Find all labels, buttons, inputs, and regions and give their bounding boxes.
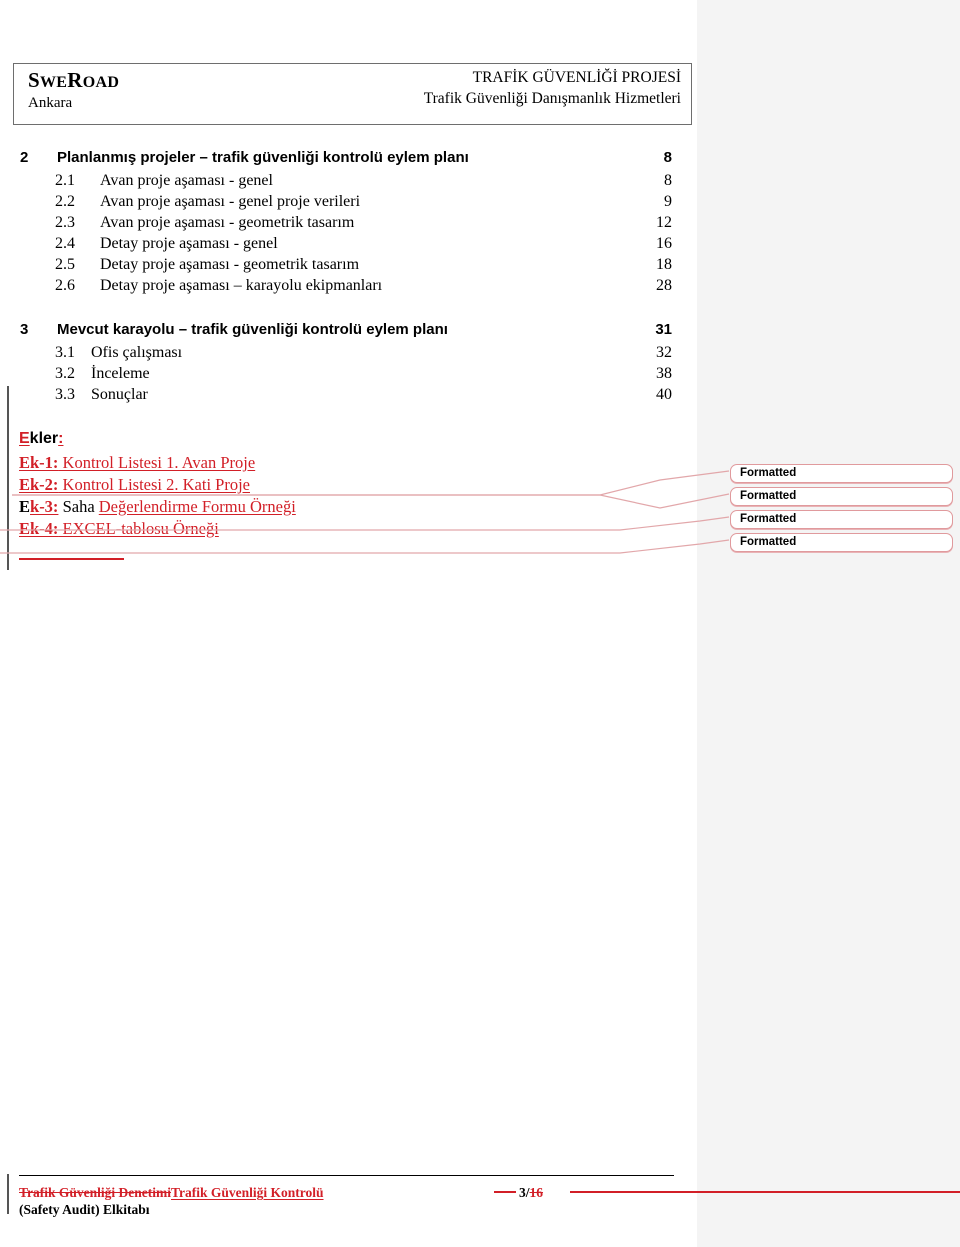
document-page: SWEROAD Ankara TRAFİK GÜVENLİĞİ PROJESİ …	[0, 0, 960, 1247]
revision-underline-rule	[19, 558, 124, 560]
table-of-contents: 2 Planlanmış projeler – trafik güvenliği…	[0, 146, 697, 405]
document-header-box: SWEROAD Ankara TRAFİK GÜVENLİĞİ PROJESİ …	[13, 63, 692, 125]
toc-label: Detay proje aşaması - genel	[100, 235, 278, 252]
footer-deleted-title: Trafik Güvenliği Denetimi	[19, 1185, 171, 1200]
annex-heading-inserted-colon: :	[58, 430, 64, 447]
brand-we: WE	[39, 74, 68, 91]
footer-inserted-title: Trafik Güvenliği Kontrolü	[171, 1185, 324, 1200]
toc-page-number: 31	[655, 321, 672, 338]
project-title: TRAFİK GÜVENLİĞİ PROJESİ	[472, 69, 681, 86]
toc-page-number: 8	[664, 172, 672, 189]
annex-text: Kontrol Listesi 2. Kati Proje	[58, 475, 250, 494]
annex-heading-inserted-e: E	[19, 430, 30, 447]
toc-page-number: 12	[656, 214, 672, 231]
toc-number: 2.3	[55, 214, 75, 231]
annex-text: Değerlendirme Formu Örneği	[98, 497, 296, 516]
toc-entry[interactable]: 2.3 Avan proje aşaması - geometrik tasar…	[0, 212, 697, 233]
toc-entry[interactable]: 3.1 Ofis çalışması 32	[0, 342, 697, 363]
toc-label: Mevcut karayolu – trafik güvenliği kontr…	[57, 321, 448, 338]
toc-page-number: 38	[656, 365, 672, 382]
toc-label: Sonuçlar	[91, 386, 148, 403]
footer-separator-rule	[19, 1175, 674, 1176]
annex-item[interactable]: Ek-1: Kontrol Listesi 1. Avan Proje	[19, 452, 716, 474]
toc-number: 3.2	[55, 365, 75, 382]
toc-number: 2.2	[55, 193, 75, 210]
toc-number: 2.5	[55, 256, 75, 273]
company-city: Ankara	[28, 94, 73, 111]
toc-entry[interactable]: 2.2 Avan proje aşaması - genel proje ver…	[0, 191, 697, 212]
toc-entry-heading[interactable]: 2 Planlanmış projeler – trafik güvenliği…	[0, 146, 697, 170]
toc-label: İnceleme	[91, 365, 150, 382]
toc-label: Detay proje aşaması – karayolu ekipmanla…	[100, 277, 383, 294]
annex-item[interactable]: Ek-4: EXCEL-tablosu Örneği	[19, 518, 716, 540]
toc-entry[interactable]: 3.3 Sonuçlar 40	[0, 384, 697, 405]
toc-section-2: 2 Planlanmış projeler – trafik güvenliği…	[0, 146, 697, 296]
revision-change-bar	[7, 1174, 9, 1214]
footer-page-current: 3/	[519, 1185, 530, 1200]
toc-number: 2.6	[55, 277, 75, 294]
brand-letter-s: S	[28, 68, 40, 92]
toc-page-number: 16	[656, 235, 672, 252]
toc-entry[interactable]: 3.2 İnceleme 38	[0, 363, 697, 384]
toc-entry[interactable]: 2.4 Detay proje aşaması - genel 16	[0, 233, 697, 254]
footer-title-line: Trafik Güvenliği DenetimiTrafik Güvenliğ…	[19, 1184, 324, 1201]
annex-item[interactable]: Ek-3: Saha Değerlendirme Formu Örneği	[19, 496, 716, 518]
toc-page-number: 8	[663, 149, 672, 166]
toc-section-3: 3 Mevcut karayolu – trafik güvenliği kon…	[0, 318, 697, 405]
header-left-block: SWEROAD Ankara	[28, 69, 119, 111]
toc-page-number: 40	[656, 386, 672, 403]
toc-section-spacer	[0, 296, 697, 318]
revision-margin-area	[697, 0, 960, 1247]
footer-subtitle-line: (Safety Audit) Elkitabı	[19, 1202, 150, 1217]
toc-label: Avan proje aşaması - geometrik tasarım	[100, 214, 355, 231]
toc-number: 3	[20, 321, 29, 338]
toc-label: Ofis çalışması	[91, 344, 183, 361]
toc-entry[interactable]: 2.5 Detay proje aşaması - geometrik tasa…	[0, 254, 697, 275]
annex-tag: Ek-2:	[19, 475, 59, 494]
toc-number: 2.4	[55, 235, 75, 252]
annex-tag: Ek-4:	[19, 519, 59, 538]
toc-page-number: 18	[656, 256, 672, 273]
toc-label: Avan proje aşaması - genel	[100, 172, 273, 189]
annex-tag-black-prefix: E	[19, 497, 31, 516]
toc-number: 2.1	[55, 172, 75, 189]
annex-text: Kontrol Listesi 1. Avan Proje	[58, 453, 256, 472]
header-right-block: TRAFİK GÜVENLİĞİ PROJESİ Trafik Güvenliğ…	[424, 69, 681, 109]
footer-strike-rule-left	[494, 1191, 516, 1193]
footer-page-total-deleted: 16	[529, 1185, 544, 1200]
toc-number: 3.3	[55, 386, 75, 403]
toc-entry-heading[interactable]: 3 Mevcut karayolu – trafik güvenliği kon…	[0, 318, 697, 342]
annex-text: EXCEL-tablosu Örneği	[58, 519, 219, 538]
toc-label: Detay proje aşaması - geometrik tasarım	[100, 256, 360, 273]
toc-entry[interactable]: 2.1 Avan proje aşaması - genel 8	[0, 170, 697, 191]
brand-oad: OAD	[82, 74, 120, 91]
toc-entry[interactable]: 2.6 Detay proje aşaması – karayolu ekipm…	[0, 275, 697, 296]
annex-tag: k-3:	[30, 497, 59, 516]
project-subtitle: Trafik Güvenliği Danışmanlık Hizmetleri	[423, 89, 681, 107]
annex-tag: Ek-1:	[19, 453, 59, 472]
annex-text-black: Saha	[58, 497, 99, 516]
toc-page-number: 9	[664, 193, 672, 210]
toc-label: Planlanmış projeler – trafik güvenliği k…	[57, 149, 469, 166]
company-logo-text: SWEROAD	[28, 69, 119, 92]
annex-heading: Ekler:	[19, 428, 716, 452]
footer-strike-rule-right	[570, 1191, 960, 1193]
toc-number: 2	[20, 149, 29, 166]
toc-page-number: 28	[656, 277, 672, 294]
toc-label: Avan proje aşaması - genel proje veriler…	[100, 193, 361, 210]
toc-page-number: 32	[656, 344, 672, 361]
brand-letter-r: R	[67, 68, 83, 92]
annex-list-block: Ekler: Ek-1: Kontrol Listesi 1. Avan Pro…	[0, 428, 697, 560]
footer-page-number: 3/16	[519, 1184, 543, 1201]
toc-number: 3.1	[55, 344, 75, 361]
annex-heading-body: kler	[29, 430, 59, 447]
annex-item[interactable]: Ek-2: Kontrol Listesi 2. Kati Proje	[19, 474, 716, 496]
